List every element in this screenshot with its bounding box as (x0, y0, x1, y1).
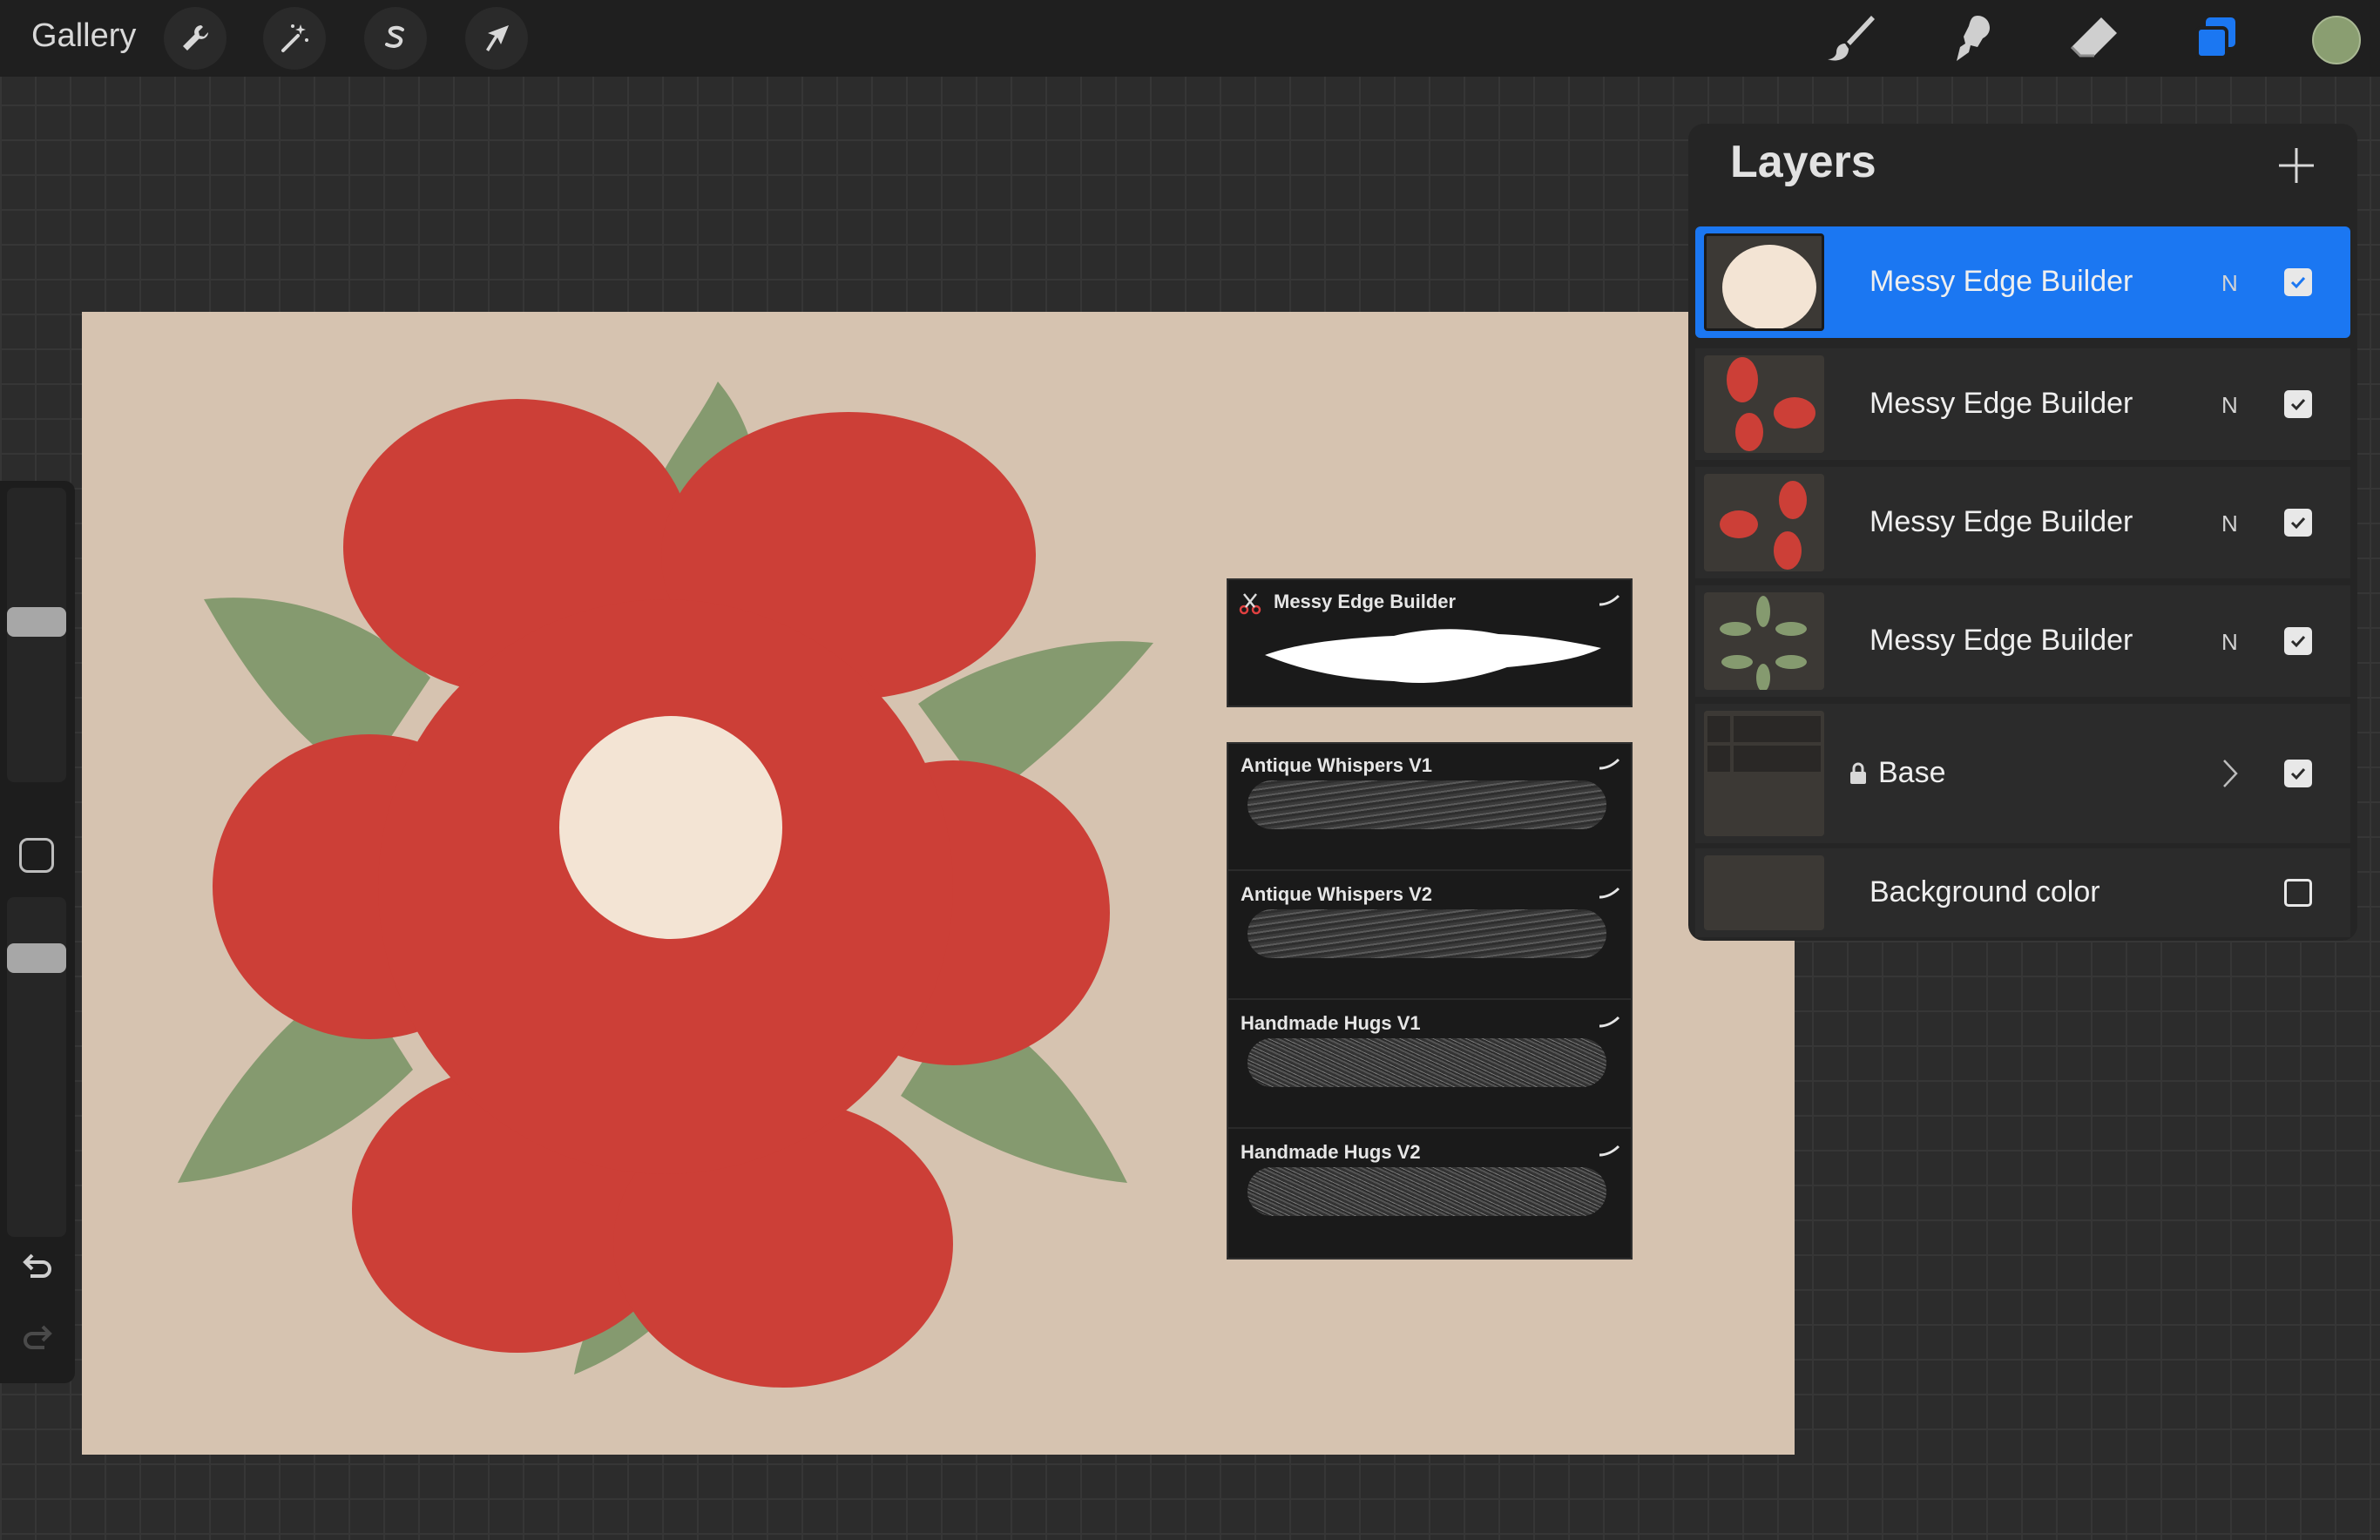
brush-stroke-preview (1247, 780, 1606, 829)
brush-stroke-mark-icon (1599, 887, 1620, 899)
layers-tool-button[interactable] (2187, 9, 2246, 68)
brush-tool-button[interactable] (1821, 9, 1880, 68)
layers-icon (2195, 17, 2235, 59)
layer-visibility-checkbox[interactable] (2284, 268, 2312, 296)
layer-thumbnail (1704, 233, 1824, 331)
selection-icon (385, 25, 404, 48)
brush-stroke-mark-icon (1599, 758, 1620, 770)
brush-card-title: Messy Edge Builder (1274, 591, 1457, 612)
brush-list-item[interactable]: Antique Whispers V2 (1228, 873, 1631, 1000)
layers-panel-title: Layers (1730, 137, 1876, 187)
chevron-right-icon[interactable] (2221, 759, 2239, 788)
layer-thumbnail (1704, 711, 1824, 836)
brush-name: Handmade Hugs V1 (1241, 1012, 1421, 1034)
magic-wand-icon (281, 24, 308, 52)
brush-name: Antique Whispers V2 (1241, 883, 1433, 905)
top-toolbar: Gallery (0, 0, 2380, 77)
layer-row[interactable]: Base (1695, 704, 2350, 843)
add-layer-plus-icon[interactable] (2274, 143, 2319, 188)
layer-visibility-checkbox[interactable] (2284, 760, 2312, 787)
checkmark-icon (2290, 517, 2306, 530)
layer-name: Base (1878, 756, 1946, 789)
layer-thumbnail (1704, 592, 1824, 690)
transform-arrow-icon (486, 25, 509, 51)
lock-icon (1850, 762, 1866, 784)
color-picker-swatch[interactable] (2312, 16, 2361, 64)
modify-button[interactable] (19, 838, 54, 873)
layer-thumbnail (1704, 474, 1824, 571)
brush-list-item[interactable]: Handmade Hugs V1 (1228, 1002, 1631, 1129)
checkmark-icon (2290, 767, 2306, 780)
brush-list-card: Antique Whispers V1 Antique Whispers V2 Ha… (1227, 742, 1633, 1260)
layer-row[interactable]: Background color (1695, 848, 2350, 937)
drawing-canvas[interactable]: Messy Edge Builder Antique Whispers V1 An… (82, 312, 1795, 1455)
layer-row[interactable]: Messy Edge Builder N (1695, 467, 2350, 578)
blend-mode-button[interactable]: N (2221, 629, 2238, 656)
adjustments-button[interactable] (263, 7, 326, 70)
undo-icon (23, 1253, 51, 1278)
brush-stroke-mark-icon (1599, 1016, 1620, 1028)
checkmark-icon (2290, 635, 2306, 648)
brush-stroke-preview (1247, 1167, 1606, 1216)
actions-button[interactable] (164, 7, 227, 70)
gallery-button[interactable]: Gallery (31, 17, 136, 55)
brush-size-thumb[interactable] (7, 606, 66, 637)
layer-visibility-checkbox[interactable] (2284, 390, 2312, 418)
checkmark-icon (2290, 398, 2306, 411)
layer-thumbnail (1704, 355, 1824, 453)
flower-center (559, 716, 782, 939)
blend-mode-button[interactable]: N (2221, 510, 2238, 537)
layer-visibility-checkbox[interactable] (2284, 879, 2312, 907)
layer-name: Messy Edge Builder (1870, 265, 2133, 298)
layer-row[interactable]: Messy Edge Builder N (1695, 226, 2350, 338)
brush-stroke-preview (1247, 1038, 1606, 1087)
brush-name: Handmade Hugs V2 (1241, 1141, 1421, 1163)
checkmark-icon (2290, 276, 2306, 289)
brush-name: Antique Whispers V1 (1241, 754, 1433, 776)
transform-button[interactable] (465, 7, 528, 70)
brush-list-item[interactable]: Handmade Hugs V2 (1228, 1131, 1631, 1258)
brush-icon (1828, 16, 1875, 61)
smudge-tool-button[interactable] (1941, 9, 2000, 68)
blend-mode-button[interactable]: N (2221, 392, 2238, 419)
brush-list-item[interactable]: Antique Whispers V1 (1228, 744, 1631, 871)
layer-row[interactable]: Messy Edge Builder N (1695, 585, 2350, 697)
scissors-icon (1239, 593, 1261, 615)
layer-name: Messy Edge Builder (1870, 387, 2133, 420)
brush-stroke-mark-icon (1599, 594, 1620, 606)
side-bar (0, 481, 75, 1383)
layer-name: Messy Edge Builder (1870, 505, 2133, 538)
blend-mode-button[interactable]: N (2221, 270, 2238, 297)
brush-stroke-preview (1247, 909, 1606, 958)
redo-icon (24, 1325, 52, 1349)
wrench-icon (183, 25, 208, 51)
opacity-thumb[interactable] (7, 943, 66, 974)
eraser-tool-button[interactable] (2065, 9, 2124, 68)
brush-stroke-preview (1265, 629, 1601, 684)
layer-name: Messy Edge Builder (1870, 624, 2133, 657)
smudge-icon (1957, 16, 1990, 61)
selection-button[interactable] (364, 7, 427, 70)
layer-row[interactable]: Messy Edge Builder N (1695, 348, 2350, 460)
eraser-icon (2070, 17, 2117, 57)
undo-button[interactable] (17, 1247, 57, 1287)
brush-stroke-mark-icon (1599, 1145, 1620, 1157)
redo-button[interactable] (17, 1319, 57, 1359)
layers-panel: Layers Messy Edge Builder N Messy Edge Bui… (1688, 124, 2357, 941)
layer-visibility-checkbox[interactable] (2284, 627, 2312, 655)
brush-card-messy-edge[interactable]: Messy Edge Builder (1227, 578, 1633, 707)
layer-visibility-checkbox[interactable] (2284, 509, 2312, 537)
layer-name: Background color (1870, 875, 2100, 908)
layer-thumbnail (1704, 855, 1824, 930)
